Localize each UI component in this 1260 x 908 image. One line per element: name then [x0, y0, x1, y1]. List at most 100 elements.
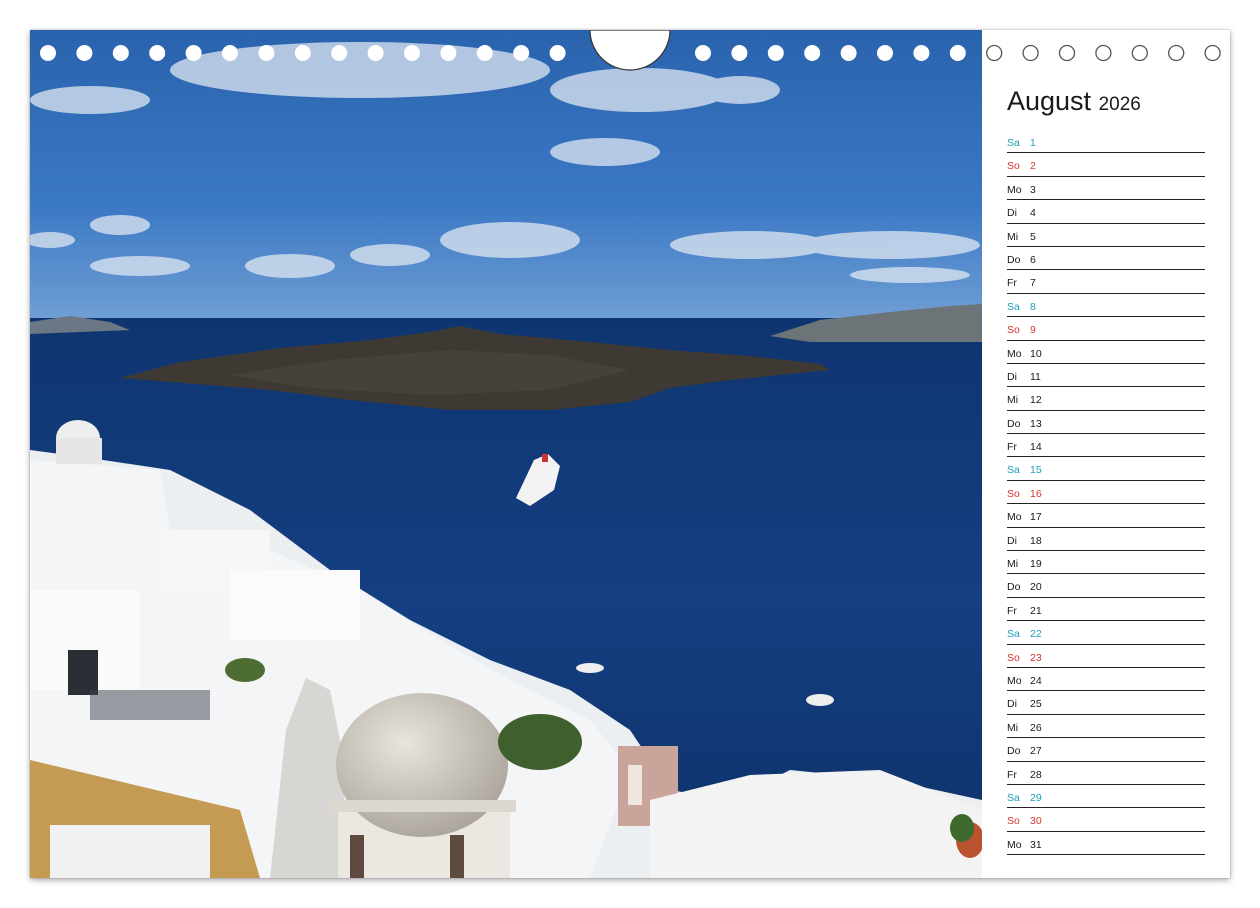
santorini-photo: [30, 30, 982, 878]
day-row: Mi 26: [1007, 715, 1205, 739]
day-number: 13: [1030, 417, 1042, 430]
day-row: Mo 31: [1007, 832, 1205, 856]
day-row: Do 13: [1007, 411, 1205, 435]
day-number: 21: [1030, 604, 1042, 617]
day-number: 28: [1030, 768, 1042, 781]
day-number: 16: [1030, 487, 1042, 500]
day-row: Di 18: [1007, 528, 1205, 552]
day-row: Mi 5: [1007, 224, 1205, 247]
day-row: So 2: [1007, 153, 1205, 177]
day-weekday: Di: [1007, 534, 1017, 547]
day-weekday: Sa: [1007, 628, 1020, 641]
calendar-panel: August 2026 Sa 1 So 2 Mo 3 Di 4 Mi 5 Do 6 Fr 7 Sa 8 So 9 M…: [982, 30, 1230, 878]
month-year: 2026: [1098, 94, 1141, 115]
day-weekday: So: [1007, 651, 1020, 664]
day-row: So 30: [1007, 808, 1205, 832]
day-number: 26: [1030, 721, 1042, 734]
day-weekday: Mo: [1007, 674, 1022, 687]
day-weekday: So: [1007, 815, 1020, 828]
day-number: 18: [1030, 534, 1042, 547]
day-number: 24: [1030, 674, 1042, 687]
day-weekday: Do: [1007, 253, 1021, 266]
day-row: So 23: [1007, 645, 1205, 668]
day-row: Fr 7: [1007, 270, 1205, 294]
day-row: Sa 8: [1007, 294, 1205, 318]
day-weekday: So: [1007, 324, 1020, 337]
day-number: 31: [1030, 838, 1042, 851]
day-weekday: Sa: [1007, 791, 1020, 804]
day-row: Fr 21: [1007, 598, 1205, 622]
day-row: Mo 10: [1007, 341, 1205, 364]
day-weekday: Mo: [1007, 511, 1022, 524]
day-weekday: Sa: [1007, 137, 1020, 149]
day-row: Mi 12: [1007, 387, 1205, 411]
day-weekday: Do: [1007, 417, 1021, 430]
day-weekday: Mi: [1007, 558, 1019, 571]
day-row: Fr 14: [1007, 434, 1205, 458]
day-number: 12: [1030, 394, 1042, 407]
day-row: Di 11: [1007, 364, 1205, 388]
day-number: 19: [1030, 558, 1042, 571]
day-number: 3: [1030, 183, 1036, 196]
day-weekday: Fr: [1007, 441, 1017, 454]
day-weekday: Di: [1007, 370, 1017, 383]
day-weekday: Fr: [1007, 604, 1017, 617]
month-title: August 2026: [1007, 86, 1141, 117]
day-row: So 16: [1007, 481, 1205, 505]
day-number: 29: [1030, 791, 1042, 804]
month-name: August: [1007, 86, 1092, 116]
day-number: 7: [1030, 277, 1036, 290]
day-row: Mo 3: [1007, 177, 1205, 201]
day-number: 23: [1030, 651, 1042, 664]
day-row: Do 6: [1007, 247, 1205, 271]
day-row: Sa 1: [1007, 130, 1205, 154]
day-number: 22: [1030, 628, 1042, 641]
day-row: Mo 24: [1007, 668, 1205, 692]
day-number: 8: [1030, 300, 1036, 313]
day-number: 10: [1030, 347, 1042, 360]
day-row: Fr 28: [1007, 762, 1205, 785]
day-weekday: Di: [1007, 698, 1017, 711]
day-weekday: So: [1007, 160, 1020, 173]
day-row: Sa 15: [1007, 457, 1205, 481]
day-number: 25: [1030, 698, 1042, 711]
day-weekday: Do: [1007, 581, 1021, 594]
day-weekday: Mi: [1007, 230, 1019, 243]
day-weekday: Mo: [1007, 838, 1022, 851]
day-row: Mo 17: [1007, 504, 1205, 528]
day-row: Mi 19: [1007, 551, 1205, 575]
day-number: 2: [1030, 160, 1036, 173]
day-row: Di 25: [1007, 691, 1205, 715]
day-number: 15: [1030, 464, 1042, 477]
day-number: 11: [1030, 370, 1041, 383]
day-weekday: Fr: [1007, 277, 1017, 290]
day-weekday: Di: [1007, 207, 1017, 220]
day-number: 20: [1030, 581, 1042, 594]
calendar-page: August 2026 Sa 1 So 2 Mo 3 Di 4 Mi 5 Do 6 Fr 7 Sa 8 So 9 M…: [30, 30, 1230, 878]
day-number: 9: [1030, 324, 1036, 337]
day-row: Sa 22: [1007, 621, 1205, 645]
day-weekday: Sa: [1007, 464, 1020, 477]
day-number: 4: [1030, 207, 1036, 220]
day-number: 6: [1030, 253, 1036, 266]
day-weekday: Mi: [1007, 721, 1019, 734]
day-number: 5: [1030, 230, 1036, 243]
day-row: Di 4: [1007, 200, 1205, 224]
day-weekday: Fr: [1007, 768, 1017, 781]
day-weekday: Mo: [1007, 347, 1022, 360]
day-number: 17: [1030, 511, 1042, 524]
day-number: 1: [1030, 137, 1036, 149]
day-number: 30: [1030, 815, 1042, 828]
day-number: 14: [1030, 441, 1042, 454]
day-list: Sa 1 So 2 Mo 3 Di 4 Mi 5 Do 6 Fr 7 Sa 8 So 9 Mo 10 Di 11 Mi 12 D…: [1007, 130, 1205, 856]
day-weekday: Mi: [1007, 394, 1019, 407]
day-weekday: So: [1007, 487, 1020, 500]
day-weekday: Mo: [1007, 183, 1022, 196]
day-row: So 9: [1007, 317, 1205, 341]
day-weekday: Sa: [1007, 300, 1020, 313]
day-row: Do 27: [1007, 738, 1205, 762]
day-row: Sa 29: [1007, 785, 1205, 809]
day-weekday: Do: [1007, 745, 1021, 758]
day-row: Do 20: [1007, 574, 1205, 598]
day-number: 27: [1030, 745, 1042, 758]
